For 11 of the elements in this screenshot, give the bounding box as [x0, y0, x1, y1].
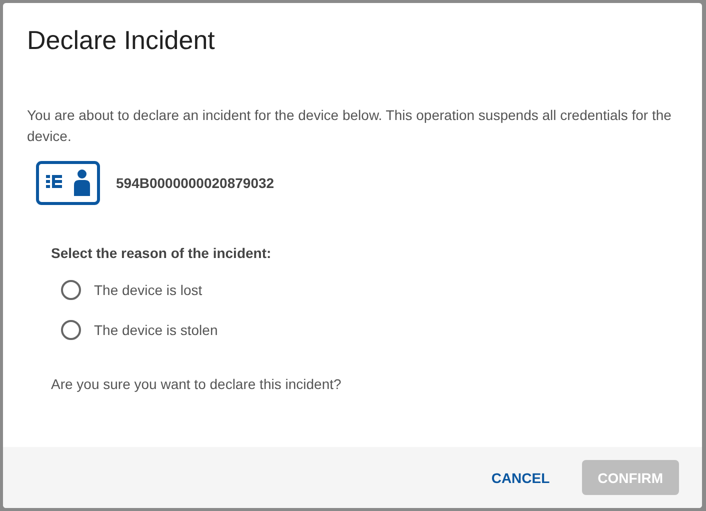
- radio-label[interactable]: The device is lost: [94, 282, 202, 298]
- device-id: 594B0000000020879032: [116, 175, 274, 191]
- id-card-icon: [36, 161, 100, 205]
- dialog-title: Declare Incident: [27, 25, 216, 56]
- radio-button[interactable]: [61, 280, 81, 300]
- radio-label[interactable]: The device is stolen: [94, 322, 218, 338]
- confirmation-question: Are you sure you want to declare this incident?: [51, 376, 342, 392]
- radio-button[interactable]: [61, 320, 81, 340]
- reason-label: Select the reason of the incident:: [51, 245, 272, 261]
- message-text: You are about to declare an incident for the device below. This operation suspends all credentials for the device.: [27, 106, 672, 146]
- cancel-button[interactable]: CANCEL: [475, 460, 566, 495]
